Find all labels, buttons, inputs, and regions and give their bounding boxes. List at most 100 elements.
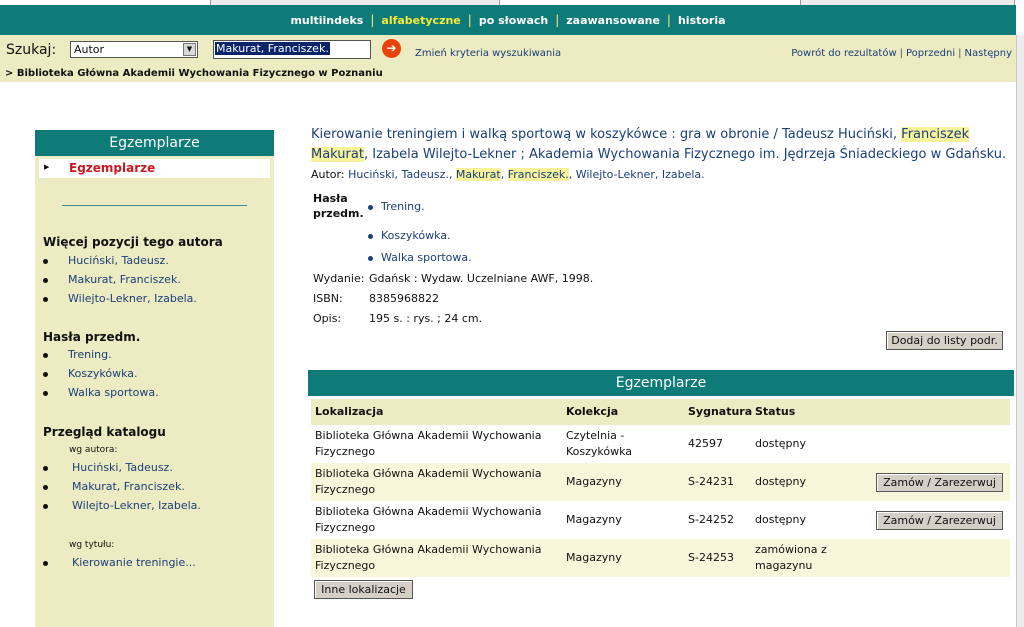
catalog-title-link[interactable]: Kierowanie treningie... — [43, 556, 196, 569]
sidebar-author-link[interactable]: Wilejto-Lekner, Izabela. — [43, 292, 197, 305]
column-header: Lokalizacja — [315, 405, 384, 418]
author-link[interactable]: Huciński, Tadeusz., Makurat, Franciszek.… — [348, 168, 705, 181]
table-row: Biblioteka Główna Akademii Wychowania Fi… — [311, 501, 1010, 539]
sidebar-subject-link[interactable]: Trening. — [43, 348, 112, 361]
isbn-value: 8385968822 — [369, 292, 439, 305]
sidebar-subject-link[interactable]: Koszykówka. — [43, 367, 138, 380]
add-to-list-button[interactable]: Dodaj do listy podr. — [886, 331, 1003, 350]
sidebar-item-label: Egzemplarze — [69, 161, 156, 175]
isbn-label: ISBN: — [313, 292, 343, 305]
callnumber-cell: S-24253 — [688, 551, 734, 564]
change-criteria-link[interactable]: Zmień kryteria wyszukiwania — [415, 48, 561, 59]
bullet-icon — [368, 255, 373, 261]
bullet-icon — [43, 296, 48, 302]
bullet-icon — [43, 390, 48, 396]
highlight: Franciszek — [901, 127, 970, 142]
divider — [62, 205, 247, 206]
callnumber-cell: S-24252 — [688, 513, 734, 526]
column-header: Status — [755, 405, 796, 418]
subject-link[interactable]: Koszykówka. — [368, 229, 451, 242]
status-cell: dostępny — [755, 475, 806, 488]
holdings-title: Egzemplarze — [308, 370, 1014, 396]
bullet-icon — [368, 204, 373, 210]
nav-zaawansowane[interactable]: zaawansowane — [559, 14, 667, 27]
location-cell: Biblioteka Główna Akademii Wychowania Fi… — [315, 467, 542, 496]
nav-alfabetyczne[interactable]: alfabetyczne — [374, 14, 467, 27]
more-by-author-heading: Więcej pozycji tego autora — [43, 235, 223, 249]
bullet-icon — [43, 484, 48, 490]
scrollbar[interactable] — [1016, 35, 1024, 627]
nav-multiindeks[interactable]: multiindeks — [283, 14, 370, 27]
collection-cell: Magazyny — [566, 551, 622, 564]
collection-cell: Magazyny — [566, 513, 622, 526]
catalog-author-link[interactable]: Huciński, Tadeusz. — [43, 461, 173, 474]
catalog-author-link[interactable]: Wilejto-Lekner, Izabela. — [43, 499, 201, 512]
link-separator: | — [958, 48, 962, 59]
bullet-icon — [368, 233, 373, 239]
next-link[interactable]: Następny — [965, 48, 1013, 59]
description-label: Opis: — [313, 312, 342, 325]
callnumber-cell: 42597 — [688, 437, 723, 450]
edition-label: Wydanie: — [313, 272, 365, 285]
by-title-label: wg tytułu: — [69, 540, 115, 550]
bullet-icon — [43, 277, 48, 283]
reserve-button[interactable]: Zamów / Zarezerwuj — [876, 473, 1003, 492]
table-row: Biblioteka Główna Akademii Wychowania Fi… — [311, 463, 1010, 501]
sidebar-subject-link[interactable]: Walka sportowa. — [43, 386, 159, 399]
bullet-icon — [43, 503, 48, 509]
reserve-button[interactable]: Zamów / Zarezerwuj — [876, 511, 1003, 530]
breadcrumb: > Biblioteka Główna Akademii Wychowania … — [0, 65, 1016, 82]
search-field-select[interactable]: Autor ▼ — [70, 41, 198, 58]
table-header: Lokalizacja Kolekcja Sygnatura Status — [311, 399, 1010, 425]
by-author-label: wg autora: — [69, 445, 118, 455]
search-bar: Szukaj: Autor ▼ Makurat, Franciszek. ➔ Z… — [0, 35, 1016, 65]
search-input[interactable]: Makurat, Franciszek. — [213, 40, 371, 59]
sidebar-title: Egzemplarze — [35, 130, 274, 156]
subject-link[interactable]: Trening. — [368, 200, 425, 213]
record-title[interactable]: Kierowanie treningiem i walką sportową w… — [311, 125, 1011, 165]
sidebar-author-link[interactable]: Huciński, Tadeusz. — [43, 254, 169, 267]
bullet-icon — [43, 465, 48, 471]
highlight: Makurat — [311, 147, 364, 162]
link-separator: | — [899, 48, 903, 59]
top-nav: multiindeks | alfabetyczne | po słowach … — [0, 5, 1016, 35]
other-locations-button[interactable]: Inne lokalizacje — [314, 580, 413, 599]
column-header: Sygnatura — [688, 405, 753, 418]
nav-historia[interactable]: historia — [671, 14, 733, 27]
location-cell: Biblioteka Główna Akademii Wychowania Fi… — [315, 429, 542, 458]
sidebar-item-egzemplarze[interactable]: ▶ Egzemplarze — [39, 159, 270, 178]
go-arrow-icon[interactable]: ➔ — [382, 39, 401, 58]
nav-po-slowach[interactable]: po słowach — [472, 14, 555, 27]
sidebar-author-link[interactable]: Makurat, Franciszek. — [43, 273, 181, 286]
back-to-results-link[interactable]: Powrót do rezultatów — [791, 48, 896, 59]
collection-cell: Magazyny — [566, 475, 622, 488]
description-value: 195 s. : rys. ; 24 cm. — [369, 312, 483, 325]
bullet-icon — [43, 258, 48, 264]
result-navigation: Powrót do rezultatów | Poprzedni | Następny — [791, 48, 1012, 59]
search-query: Makurat, Franciszek. — [215, 42, 330, 55]
table-row: Biblioteka Główna Akademii Wychowania Fi… — [311, 425, 1010, 463]
catalog-browse-heading: Przegląd katalogu — [43, 425, 166, 439]
previous-link[interactable]: Poprzedni — [906, 48, 955, 59]
bullet-icon — [43, 352, 48, 358]
search-field-value: Autor — [74, 43, 105, 56]
edition-value: Gdańsk : Wydaw. Uczelniane AWF, 1998. — [369, 272, 594, 285]
triangle-bullet-icon: ▶ — [44, 163, 50, 171]
column-header: Kolekcja — [566, 405, 619, 418]
search-label: Szukaj: — [6, 42, 57, 58]
location-cell: Biblioteka Główna Akademii Wychowania Fi… — [315, 505, 542, 534]
catalog-author-link[interactable]: Makurat, Franciszek. — [43, 480, 185, 493]
chevron-down-icon[interactable]: ▼ — [183, 43, 196, 56]
collection-cell: Czytelnia - Koszykówka — [566, 429, 633, 458]
author-label: Autor: — [311, 168, 345, 181]
callnumber-cell: S-24231 — [688, 475, 734, 488]
subjects-label: Hasła przedm. — [313, 192, 364, 220]
status-cell: zamówiona z magazynu — [755, 543, 827, 572]
subjects-heading: Hasła przedm. — [43, 330, 141, 344]
sidebar: Egzemplarze ▶ Egzemplarze Więcej pozycji… — [35, 130, 274, 627]
record-authors: Autor: Huciński, Tadeusz., Makurat, Fran… — [311, 168, 705, 181]
holdings-table: Lokalizacja Kolekcja Sygnatura Status Bi… — [311, 399, 1010, 577]
table-row: Biblioteka Główna Akademii Wychowania Fi… — [311, 539, 1010, 577]
subject-link[interactable]: Walka sportowa. — [368, 251, 472, 264]
status-cell: dostępny — [755, 513, 806, 526]
